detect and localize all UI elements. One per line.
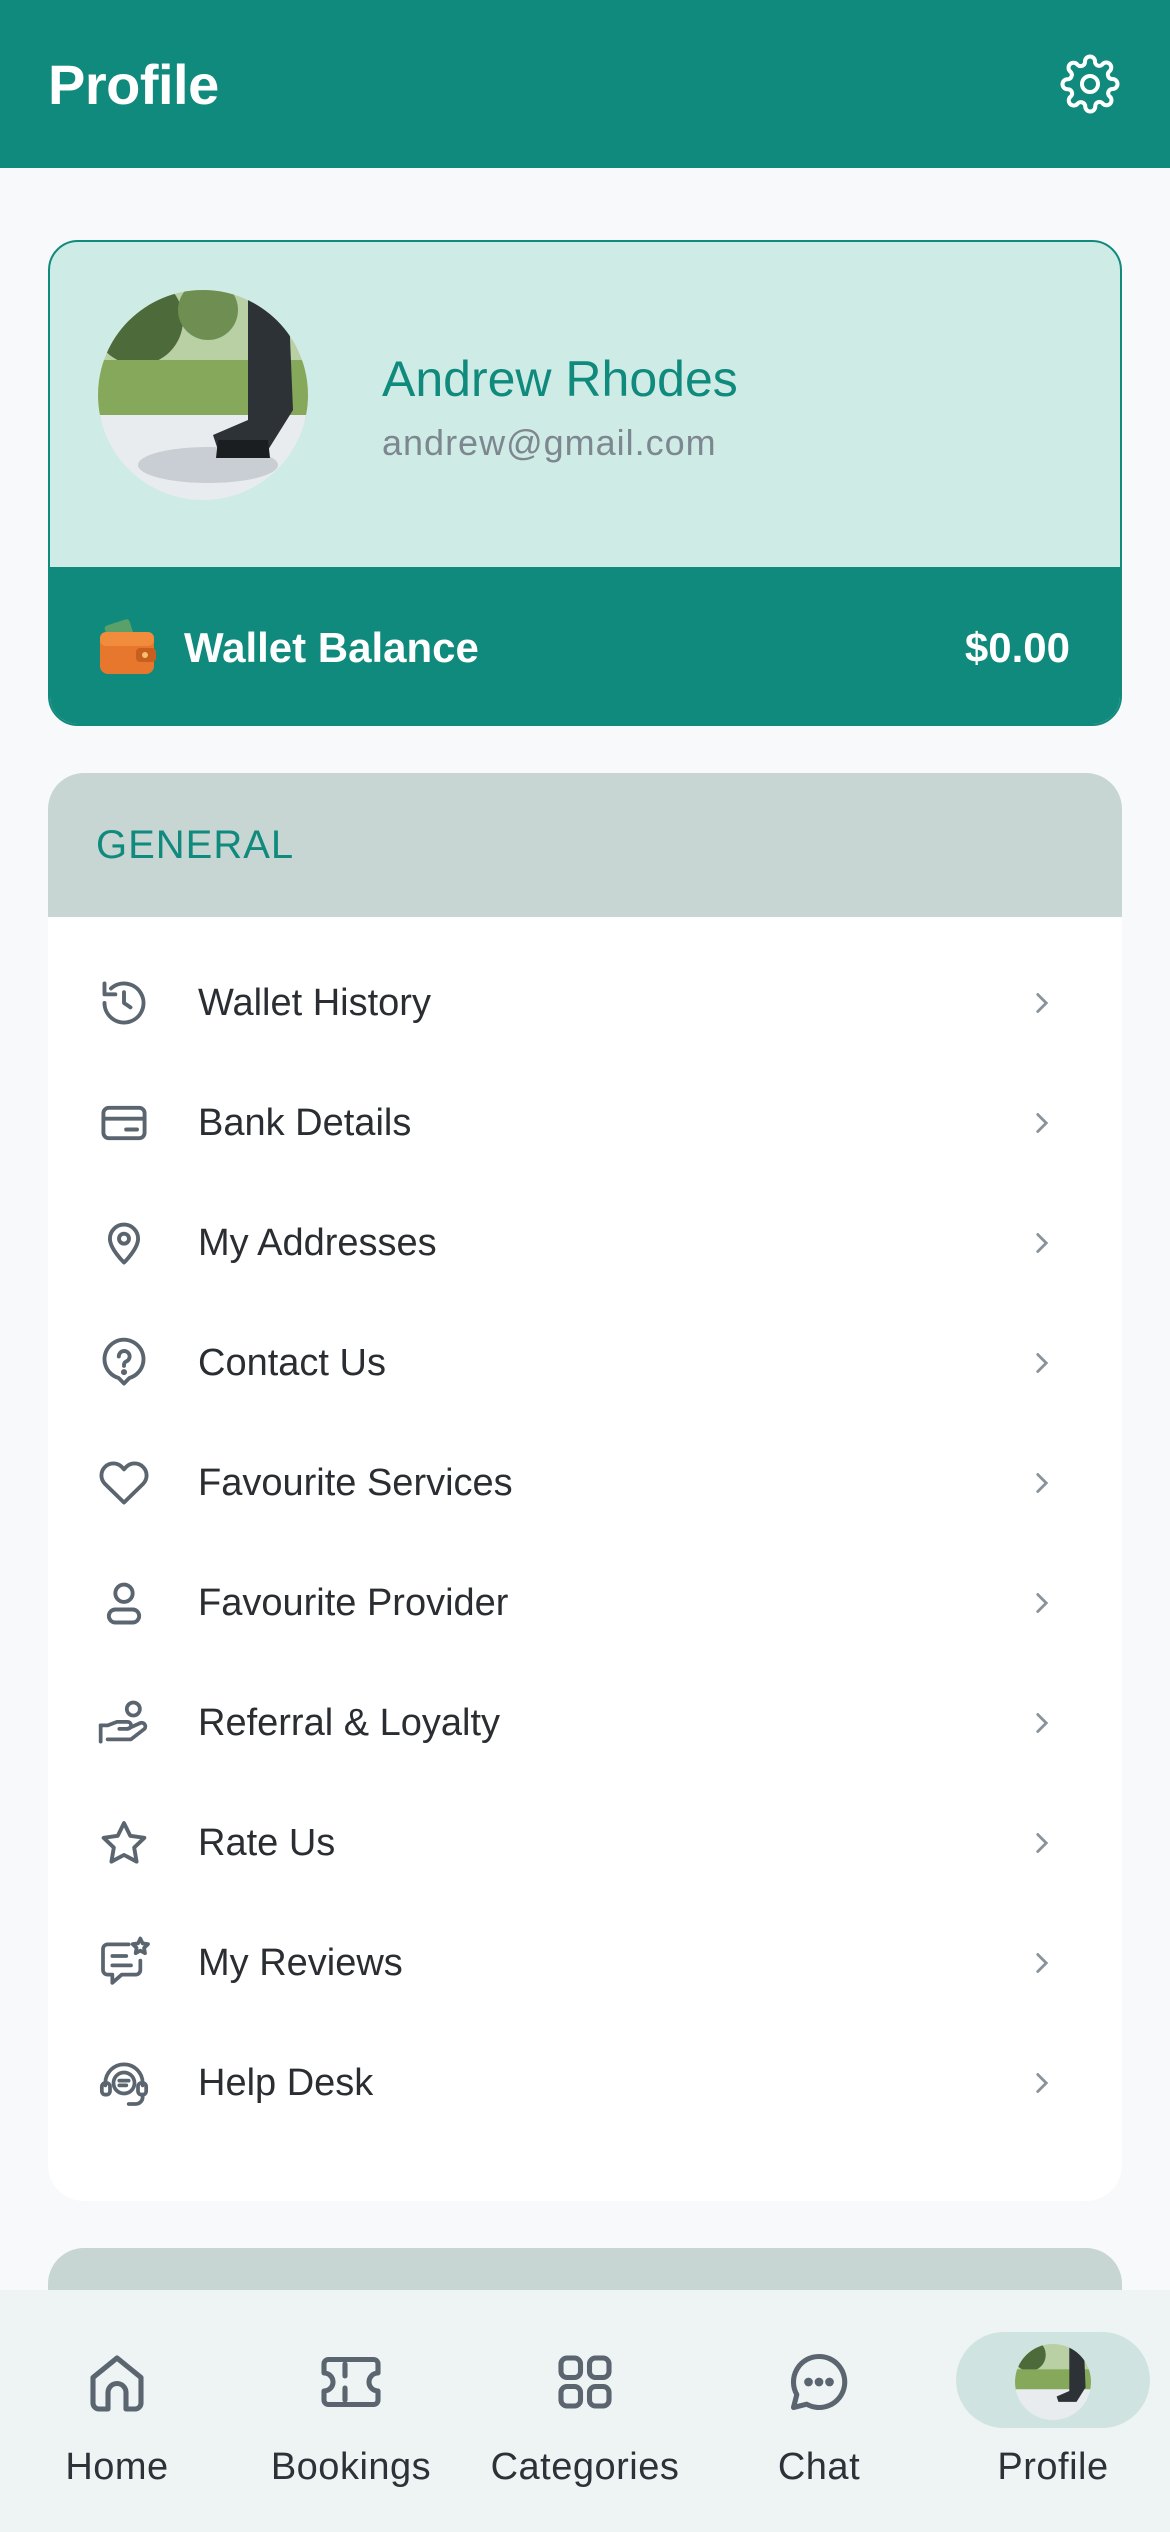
chevron-right-icon: [1022, 1703, 1062, 1743]
nav-label: Profile: [997, 2446, 1109, 2488]
menu-item-label: My Addresses: [198, 1221, 437, 1264]
top-app-bar: Profile: [0, 0, 1170, 168]
bottom-navigation: Home Bookings Categories Chat Profile: [0, 2290, 1170, 2532]
avatar[interactable]: [98, 290, 308, 500]
headset-icon: [96, 2055, 152, 2111]
menu-item-label: Referral & Loyalty: [198, 1701, 501, 1744]
menu-item-favourite-services[interactable]: Favourite Services: [48, 1423, 1122, 1543]
review-icon: [96, 1935, 152, 1991]
home-icon: [79, 2344, 155, 2420]
menu-item-wallet-history[interactable]: Wallet History: [48, 943, 1122, 1063]
chevron-right-icon: [1022, 1103, 1062, 1143]
location-pin-icon: [96, 1215, 152, 1271]
menu-item-label: My Reviews: [198, 1941, 403, 1984]
star-icon: [96, 1815, 152, 1871]
wallet-balance-bar[interactable]: Wallet Balance $0.00: [50, 567, 1120, 724]
hand-coin-icon: [96, 1695, 152, 1751]
user-email: andrew@gmail.com: [382, 422, 717, 463]
menu-item-label: Wallet History: [198, 981, 431, 1024]
nav-label: Bookings: [270, 2446, 432, 2488]
nav-item-bookings[interactable]: Bookings: [234, 2290, 468, 2532]
menu-item-contact-us[interactable]: Contact Us: [48, 1303, 1122, 1423]
menu-item-label: Rate Us: [198, 1821, 336, 1864]
grid-icon: [547, 2344, 623, 2420]
menu-item-my-addresses[interactable]: My Addresses: [48, 1183, 1122, 1303]
section-title: GENERAL: [96, 822, 295, 867]
menu-item-label: Contact Us: [198, 1341, 386, 1384]
menu-item-label: Bank Details: [198, 1101, 412, 1144]
heart-icon: [96, 1455, 152, 1511]
nav-item-categories[interactable]: Categories: [468, 2290, 702, 2532]
chevron-right-icon: [1022, 1823, 1062, 1863]
general-menu-list: Wallet History Bank Details My Addresses…: [48, 917, 1122, 2143]
ticket-icon: [313, 2344, 389, 2420]
profile-info: Andrew Rhodes andrew@gmail.com: [50, 242, 1120, 567]
chevron-right-icon: [1022, 1943, 1062, 1983]
general-section-header: GENERAL: [48, 773, 1122, 917]
chevron-right-icon: [1022, 1463, 1062, 1503]
chevron-right-icon: [1022, 1223, 1062, 1263]
nav-label: Chat: [777, 2446, 861, 2488]
chevron-right-icon: [1022, 983, 1062, 1023]
menu-item-label: Favourite Services: [198, 1461, 513, 1504]
gear-icon[interactable]: [1058, 52, 1122, 116]
menu-item-label: Help Desk: [198, 2061, 374, 2104]
wallet-balance-amount: $0.00: [964, 623, 1070, 671]
avatar: [1015, 2344, 1091, 2420]
chevron-right-icon: [1022, 1343, 1062, 1383]
wallet-icon: [96, 616, 160, 680]
menu-item-help-desk[interactable]: Help Desk: [48, 2023, 1122, 2143]
nav-label: Home: [65, 2446, 169, 2488]
menu-item-my-reviews[interactable]: My Reviews: [48, 1903, 1122, 2023]
nav-item-profile[interactable]: Profile: [936, 2290, 1170, 2532]
nav-label: Categories: [490, 2446, 680, 2488]
help-circle-icon: [96, 1335, 152, 1391]
nav-item-home[interactable]: Home: [0, 2290, 234, 2532]
person-icon: [96, 1575, 152, 1631]
menu-item-bank-details[interactable]: Bank Details: [48, 1063, 1122, 1183]
general-section: GENERAL Wallet History Bank Details My A…: [48, 773, 1122, 2201]
menu-item-referral-loyalty[interactable]: Referral & Loyalty: [48, 1663, 1122, 1783]
history-icon: [96, 975, 152, 1031]
user-name: Andrew Rhodes: [382, 351, 738, 407]
nav-item-chat[interactable]: Chat: [702, 2290, 936, 2532]
menu-item-rate-us[interactable]: Rate Us: [48, 1783, 1122, 1903]
wallet-balance-label: Wallet Balance: [184, 623, 479, 671]
profile-card[interactable]: Andrew Rhodes andrew@gmail.com Wallet Ba…: [48, 240, 1122, 726]
menu-item-favourite-provider[interactable]: Favourite Provider: [48, 1543, 1122, 1663]
page-title: Profile: [48, 52, 219, 116]
card-icon: [96, 1095, 152, 1151]
chat-icon: [781, 2344, 857, 2420]
menu-item-label: Favourite Provider: [198, 1581, 509, 1624]
chevron-right-icon: [1022, 2063, 1062, 2103]
chevron-right-icon: [1022, 1583, 1062, 1623]
